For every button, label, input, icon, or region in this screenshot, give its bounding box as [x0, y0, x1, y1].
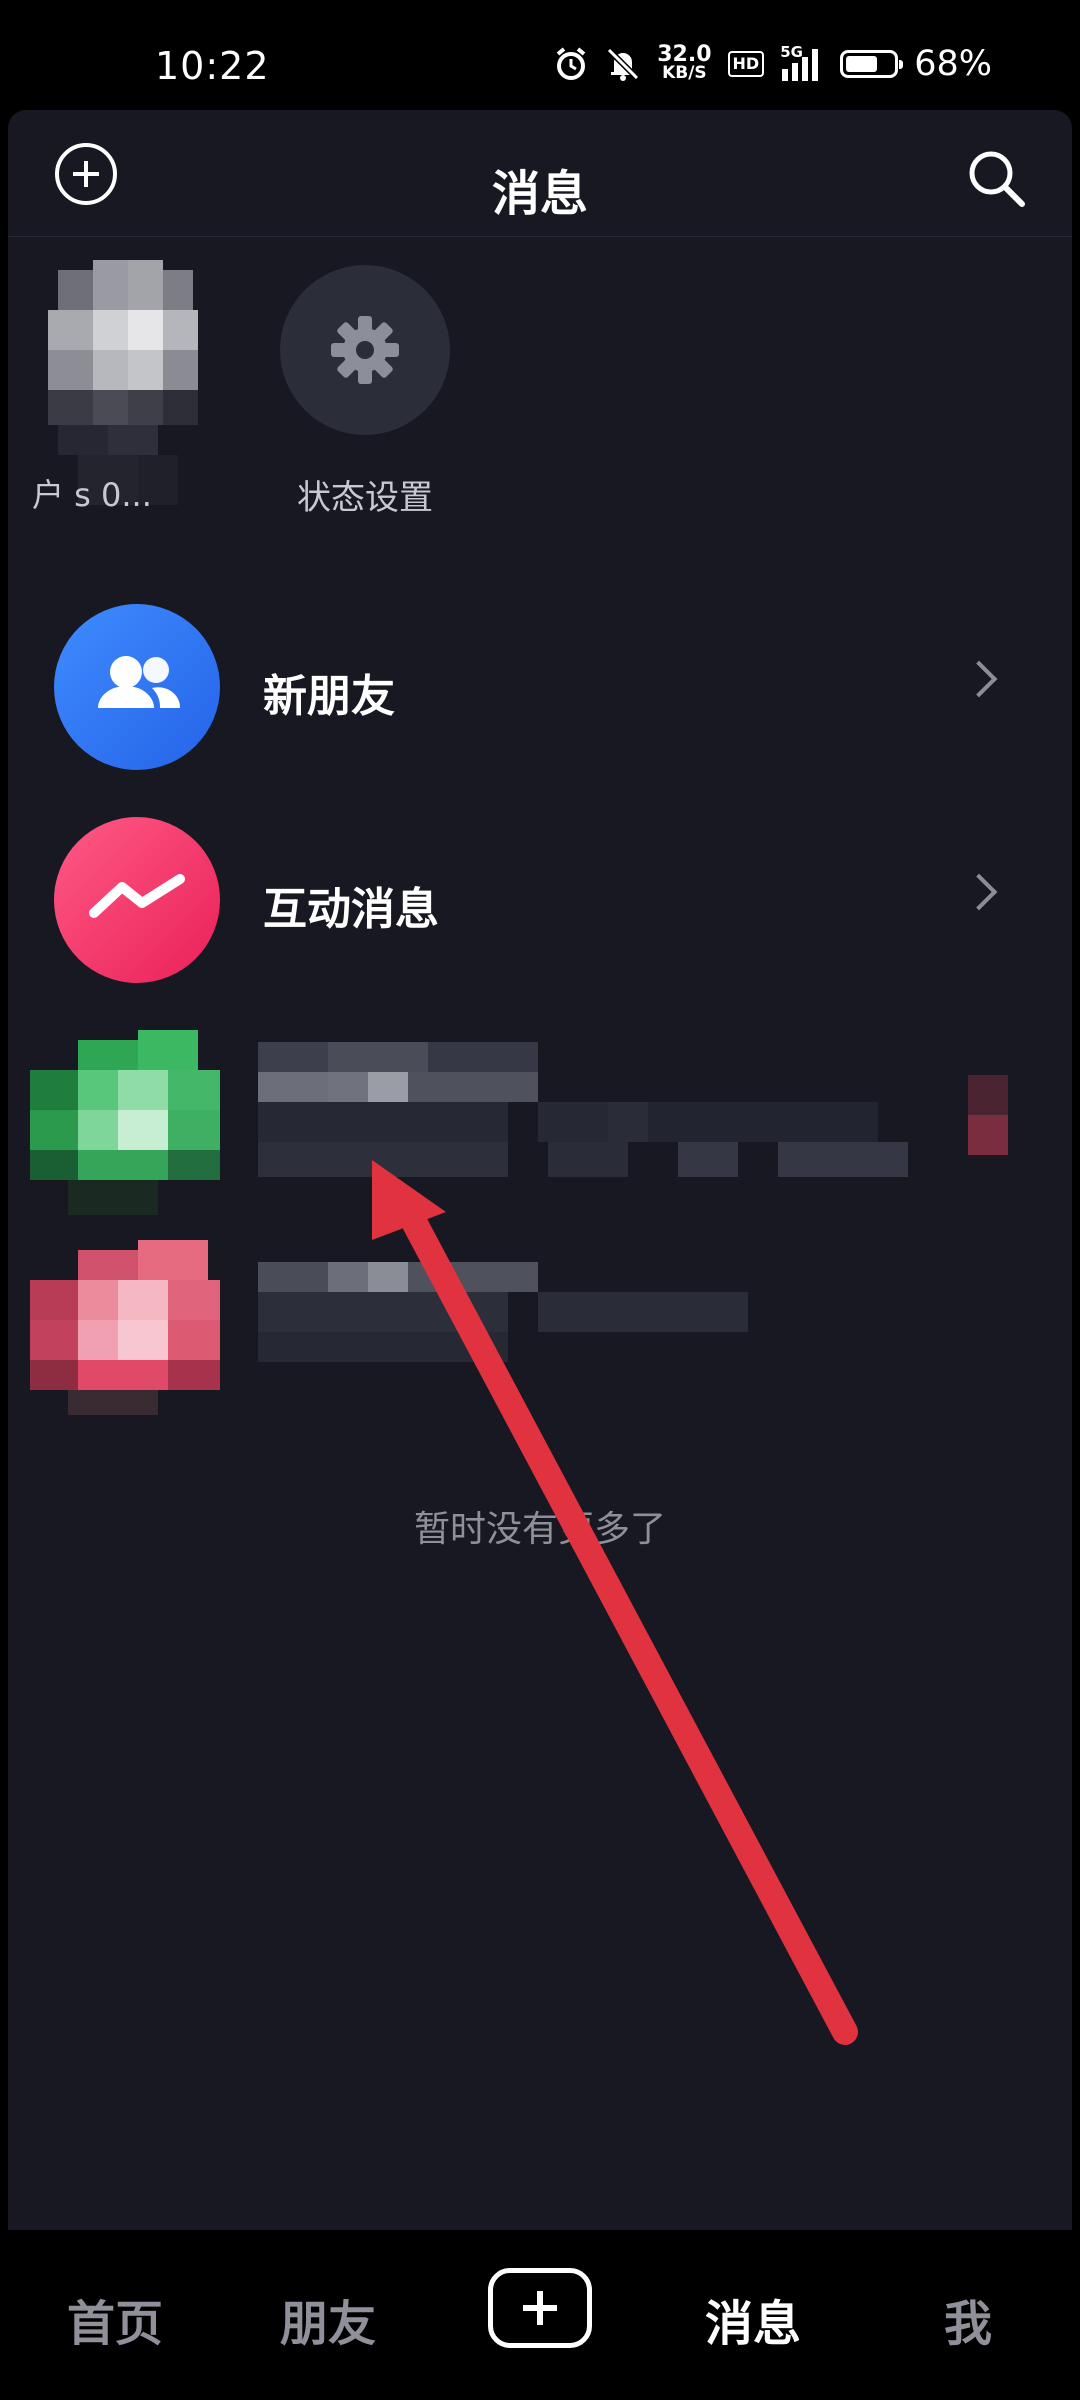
- new-friends-label: 新朋友: [263, 671, 395, 722]
- user-name-label: 户 s 0...: [32, 476, 152, 514]
- chevron-right-icon: [960, 873, 998, 911]
- silent-bell-icon: [607, 47, 640, 81]
- speed-unit: KB/S: [662, 63, 707, 83]
- battery-icon: [840, 50, 904, 78]
- clock: 10:22: [155, 44, 270, 88]
- zigzag-icon: [89, 874, 185, 918]
- nav-friends[interactable]: 朋友: [258, 2284, 398, 2354]
- page-title: 消息: [491, 166, 588, 222]
- people-icon: [98, 656, 181, 708]
- conversation-row[interactable]: [8, 1240, 1072, 1420]
- search-icon[interactable]: [964, 146, 1028, 210]
- top-bar: 消息: [8, 110, 1072, 237]
- status-settings-label: 状态设置: [297, 478, 433, 518]
- speed-value: 32.0: [657, 42, 712, 67]
- messages-screen: 消息 户 s 0... 状态设置 新朋友 互动消息 暂时没有更多了: [8, 110, 1072, 2230]
- signal-indicator: 5G: [780, 43, 824, 81]
- create-button[interactable]: [488, 2268, 592, 2348]
- battery-fill: [846, 56, 878, 72]
- bottom-nav: 首页 朋友 消息 我: [0, 2232, 1080, 2400]
- nav-messages[interactable]: 消息: [683, 2284, 823, 2354]
- interactions-icon: [54, 817, 220, 983]
- list-item-interactions[interactable]: 互动消息: [8, 817, 1072, 987]
- gear-icon: [331, 316, 399, 384]
- status-icons: 32.0 KB/S HD 5G 68%: [553, 40, 992, 88]
- new-friends-icon: [54, 604, 220, 770]
- nav-home[interactable]: 首页: [45, 2284, 185, 2354]
- nav-me[interactable]: 我: [898, 2284, 1038, 2354]
- network-type: 5G: [780, 43, 803, 61]
- status-settings-button[interactable]: [280, 265, 450, 435]
- no-more-text: 暂时没有更多了: [413, 1509, 666, 1550]
- network-speed: 32.0 KB/S: [657, 42, 712, 83]
- hd-badge: HD: [727, 51, 765, 77]
- interactions-label: 互动消息: [263, 884, 439, 935]
- alarm-icon: [556, 47, 586, 80]
- status-bar: 10:22 32.0 KB/S HD 5G 68%: [0, 0, 1080, 110]
- battery-percent: 68%: [914, 44, 992, 84]
- list-item-new-friends[interactable]: 新朋友: [8, 604, 1072, 774]
- chevron-right-icon: [960, 660, 998, 698]
